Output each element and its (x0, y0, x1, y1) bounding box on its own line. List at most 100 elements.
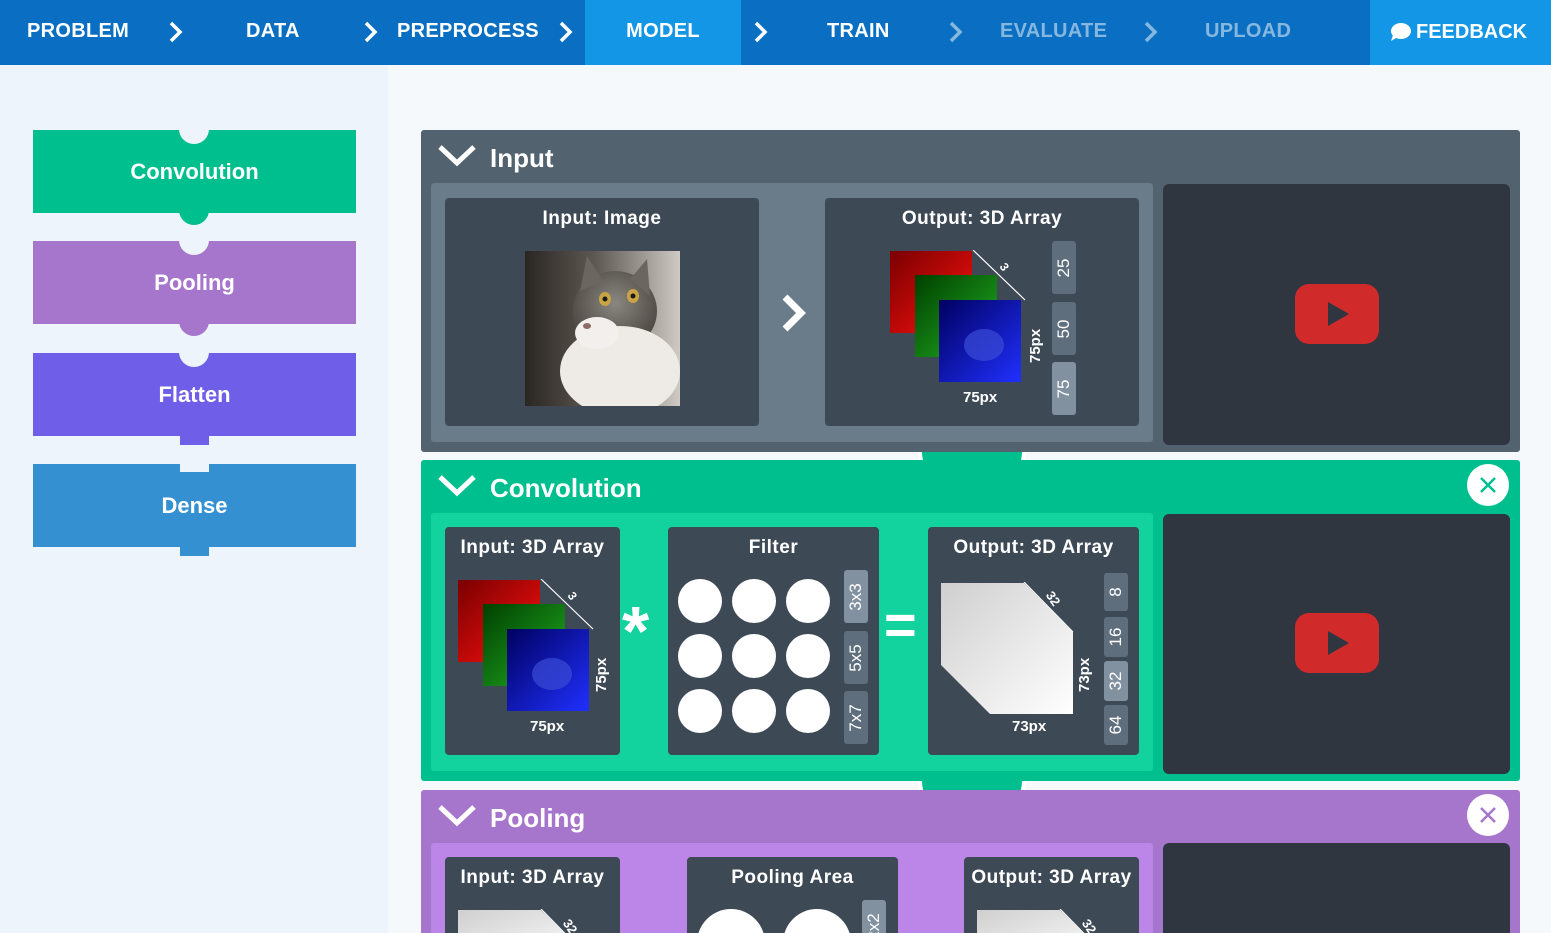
step-evaluate: EVALUATE (1000, 20, 1108, 42)
feedback-button[interactable]: FEEDBACK (1370, 0, 1551, 65)
filter-size-label: 7x7 (846, 703, 865, 732)
input-image-card: Input: Image (445, 198, 759, 426)
pool-output-card: Output: 3D Array 32 (964, 857, 1139, 933)
filter-cell (786, 579, 830, 623)
filter-count-label: 8 (1106, 587, 1125, 597)
pool-input-card: Input: 3D Array 32 (445, 857, 620, 933)
chevron-right-icon (1144, 21, 1158, 43)
step-model[interactable]: MODEL (585, 0, 741, 65)
width-label: 73px (1012, 718, 1047, 735)
size-option-label: 75 (1054, 379, 1073, 398)
convolution-panel-body: Input: 3D Array 3 75px 75px * Filter 3x3… (431, 513, 1153, 771)
pooling-panel-body: Input: 3D Array 32 Pooling Area 2x2 Outp… (431, 843, 1153, 933)
filter-count-label: 32 (1106, 671, 1125, 691)
chevron-right-icon (364, 21, 378, 43)
step-train[interactable]: TRAIN (827, 0, 890, 65)
step-data[interactable]: DATA (246, 0, 300, 65)
step-problem[interactable]: PROBLEM (27, 0, 129, 65)
feedback-label: FEEDBACK (1416, 21, 1528, 43)
layer-block-flatten[interactable]: Flatten (33, 337, 356, 445)
card-title: Pooling Area (731, 867, 854, 888)
remove-layer-button[interactable] (1467, 794, 1509, 836)
panel-title: Pooling (490, 803, 586, 833)
layer-block-dense[interactable]: Dense (33, 464, 356, 556)
remove-layer-button[interactable] (1467, 464, 1509, 506)
puzzle-notch (179, 114, 209, 144)
step-preprocess[interactable]: PREPROCESS (397, 0, 539, 65)
layer-block-label: Pooling (154, 270, 235, 295)
size-option-50[interactable]: 50 (1052, 302, 1076, 355)
filter-size-3x3[interactable]: 3x3 (844, 570, 868, 623)
layer-block-label: Dense (161, 493, 228, 518)
pool-cell (697, 909, 765, 933)
rgb-channel-stack (890, 250, 1026, 382)
filter-size-5x5[interactable]: 5x5 (844, 631, 868, 684)
card-title: Input: 3D Array (460, 867, 605, 888)
width-label: 75px (530, 718, 565, 735)
height-label: 75px (593, 657, 610, 692)
input-panel-body: Input: Image Output: 3D Array 3 75px 75p… (431, 183, 1153, 442)
collapse-chevron-icon[interactable] (437, 144, 477, 168)
pool-size-2x2[interactable]: 2x2 (862, 900, 886, 933)
layer-block-convolution[interactable]: Convolution (33, 114, 356, 225)
chevron-right-icon (559, 21, 573, 43)
panel-title: Convolution (490, 473, 642, 503)
card-title: Output: 3D Array (953, 537, 1114, 558)
filter-cell (786, 634, 830, 678)
layer-palette: Convolution Pooling Flatten Dense (0, 65, 388, 933)
size-option-25[interactable]: 25 (1052, 241, 1076, 294)
pool-size-label: 2x2 (864, 912, 883, 933)
play-button-icon[interactable] (1295, 613, 1379, 673)
card-title: Filter (748, 537, 799, 558)
chevron-right-icon (949, 21, 963, 43)
size-option-label: 25 (1054, 258, 1073, 277)
rgb-channel-stack (458, 579, 594, 711)
filter-count-32[interactable]: 32 (1104, 661, 1128, 701)
layer-block-label: Convolution (130, 159, 259, 184)
collapse-chevron-icon[interactable] (437, 804, 477, 828)
layer-block-label: Flatten (158, 382, 231, 407)
input-panel: Input Input: Image Output: 3D Array 3 75… (421, 130, 1520, 452)
output-array-card: Output: 3D Array 3 75px 75px 25 50 75 (825, 198, 1139, 426)
width-label: 75px (963, 389, 998, 406)
arrow-right-icon (782, 294, 806, 332)
filter-size-label: 3x3 (846, 582, 865, 611)
size-option-label: 50 (1054, 319, 1073, 338)
filter-cell (678, 579, 722, 623)
filter-count-8[interactable]: 8 (1104, 573, 1128, 611)
puzzle-notch (179, 337, 209, 367)
cat-image[interactable] (525, 251, 680, 406)
collapse-chevron-icon[interactable] (437, 474, 477, 498)
card-title: Output: 3D Array (971, 867, 1132, 888)
filter-size-7x7[interactable]: 7x7 (844, 691, 868, 744)
play-button-icon[interactable] (1295, 284, 1379, 344)
filter-cell (678, 689, 722, 733)
pooling-area-card: Pooling Area 2x2 (687, 857, 898, 933)
size-option-75[interactable]: 75 (1052, 362, 1076, 415)
puzzle-tab (179, 306, 209, 336)
height-label: 75px (1027, 328, 1044, 363)
filter-count-label: 16 (1106, 627, 1125, 647)
filter-size-label: 5x5 (846, 643, 865, 672)
filter-count-64[interactable]: 64 (1104, 705, 1128, 745)
puzzle-notch (180, 464, 209, 472)
wizard-step-nav: PROBLEM DATA PREPROCESS MODEL TRAIN EVAL… (0, 0, 1551, 65)
puzzle-tab (179, 195, 209, 225)
chevron-right-icon (754, 21, 768, 43)
conv-output-card: Output: 3D Array 32 73px 73px 8 16 32 64 (928, 527, 1139, 755)
pooling-panel: Pooling Input: 3D Array 32 Pooling Area … (421, 790, 1520, 933)
layer-block-pooling[interactable]: Pooling (33, 225, 356, 336)
video-player[interactable] (1163, 184, 1510, 445)
convolution-panel: Convolution Input: 3D Array 3 75px 75px … (421, 460, 1520, 781)
card-title: Output: 3D Array (901, 208, 1063, 229)
filter-cell (786, 689, 830, 733)
filter-card: Filter 3x3 5x5 7x7 (668, 527, 879, 755)
step-upload: UPLOAD (1205, 20, 1292, 42)
equals-operator: = (884, 593, 917, 656)
filter-cell (732, 634, 776, 678)
video-player[interactable] (1163, 843, 1510, 933)
filter-count-16[interactable]: 16 (1104, 617, 1128, 657)
filter-count-label: 64 (1106, 715, 1125, 735)
height-label: 73px (1076, 657, 1093, 692)
video-player[interactable] (1163, 514, 1510, 774)
